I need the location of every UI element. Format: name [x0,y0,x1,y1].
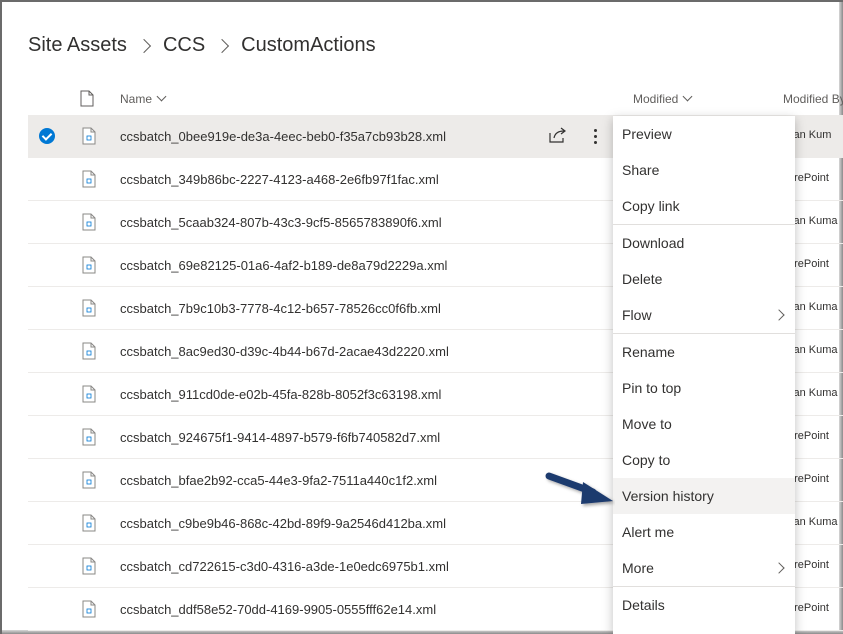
breadcrumb: Site Assets CCS CustomActions [28,34,376,57]
menu-item-label: Pin to top [622,380,682,396]
chevron-down-icon [156,91,167,102]
file-name[interactable]: ccsbatch_ddf58e52-70dd-4169-9905-0555fff… [120,602,436,617]
file-xml-icon [82,385,96,408]
menu-item-label: Details [622,597,665,613]
menu-item-label: Download [622,235,685,251]
file-xml-icon [82,514,96,537]
file-name[interactable]: ccsbatch_349b86bc-2227-4123-a468-2e6fb97… [120,172,439,187]
menu-item-delete[interactable]: Delete [613,261,795,297]
menu-item-label: Preview [622,126,672,142]
menu-item-share[interactable]: Share [613,152,795,188]
file-xml-icon [82,213,96,236]
menu-item-label: Copy to [622,452,671,468]
menu-item-pin-to-top[interactable]: Pin to top [613,370,795,406]
file-xml-icon [82,600,96,623]
document-icon[interactable] [80,90,94,110]
file-xml-icon [82,557,96,580]
menu-item-label: Move to [622,416,672,432]
menu-item-label: Delete [622,271,663,287]
menu-item-preview[interactable]: Preview [613,116,795,152]
file-xml-icon [82,428,96,451]
file-name[interactable]: ccsbatch_bfae2b92-cca5-44e3-9fa2-7511a44… [120,473,437,488]
file-xml-icon [82,342,96,365]
context-menu: Preview Share Copy link Download Delete Flow R… [613,116,795,634]
breadcrumb-item-site-assets[interactable]: Site Assets [28,34,127,57]
menu-item-download[interactable]: Download [613,225,795,261]
file-name[interactable]: ccsbatch_924675f1-9414-4897-b579-f6fb740… [120,430,440,445]
chevron-right-icon [773,562,785,574]
menu-item-label: Flow [622,307,652,323]
file-name[interactable]: ccsbatch_0bee919e-de3a-4eec-beb0-f35a7cb… [120,129,446,144]
menu-item-label: Rename [622,344,675,360]
file-name[interactable]: ccsbatch_7b9c10b3-7778-4c12-b657-78526cc… [120,301,441,316]
file-name[interactable]: ccsbatch_69e82125-01a6-4af2-b189-de8a79d… [120,258,447,273]
column-header-name-label: Name [120,92,153,106]
file-xml-icon [82,471,96,494]
chevron-down-icon [682,91,693,102]
column-header-name[interactable]: Name [120,91,167,106]
menu-item-copy-link[interactable]: Copy link [613,188,795,224]
menu-item-copy-to[interactable]: Copy to [613,442,795,478]
file-xml-icon [82,170,96,193]
menu-item-more[interactable]: More [613,550,795,586]
file-xml-icon [82,256,96,279]
file-name[interactable]: ccsbatch_c9be9b46-868c-42bd-89f9-9a2546d… [120,516,446,531]
modified-by-value: van Kuma [788,516,838,528]
menu-item-flow[interactable]: Flow [613,297,795,333]
menu-item-label: Share [622,162,660,178]
column-header-modified-label: Modified [633,92,679,106]
more-vertical-icon[interactable] [588,127,602,145]
column-header-modified[interactable]: Modified [633,91,693,106]
file-name[interactable]: ccsbatch_911cd0de-e02b-45fa-828b-8052f3c… [120,387,441,402]
breadcrumb-item-customactions: CustomActions [241,34,376,56]
breadcrumb-item-ccs[interactable]: CCS [163,34,205,57]
file-name[interactable]: ccsbatch_8ac9ed30-d39c-4b44-b67d-2acae43… [120,344,449,359]
modified-by-value: van Kuma [788,215,838,227]
menu-item-rename[interactable]: Rename [613,334,795,370]
menu-item-version-history[interactable]: Version history [613,478,795,514]
menu-item-label: More [622,560,654,576]
menu-item-label: Alert me [622,524,675,540]
file-name[interactable]: ccsbatch_cd722615-c3d0-4316-a3de-1e0edc6… [120,559,449,574]
modified-by-value: van Kuma [788,387,838,399]
menu-item-move-to[interactable]: Move to [613,406,795,442]
file-xml-icon [82,127,96,150]
modified-by-value: van Kuma [788,344,838,356]
menu-item-label: Copy link [622,198,680,214]
menu-item-alert-me[interactable]: Alert me [613,514,795,550]
file-xml-icon [82,299,96,322]
chevron-right-icon [773,309,785,321]
chevron-right-icon [215,38,230,53]
menu-item-details[interactable]: Details [613,587,795,623]
column-header-modified-by-label: Modified By [783,92,843,106]
column-header-modified-by[interactable]: Modified By [783,92,843,106]
modified-by-value: van Kuma [788,301,838,313]
menu-item-label: Version history [622,488,714,504]
share-icon[interactable] [549,127,567,148]
arrow-pointer-icon [545,472,613,504]
chevron-right-icon [136,38,152,53]
file-name[interactable]: ccsbatch_5caab324-807b-43c3-9cf5-8565783… [120,215,442,230]
checkmark-icon[interactable] [39,128,55,144]
column-header-row: Name Modified Modified By [28,84,843,114]
